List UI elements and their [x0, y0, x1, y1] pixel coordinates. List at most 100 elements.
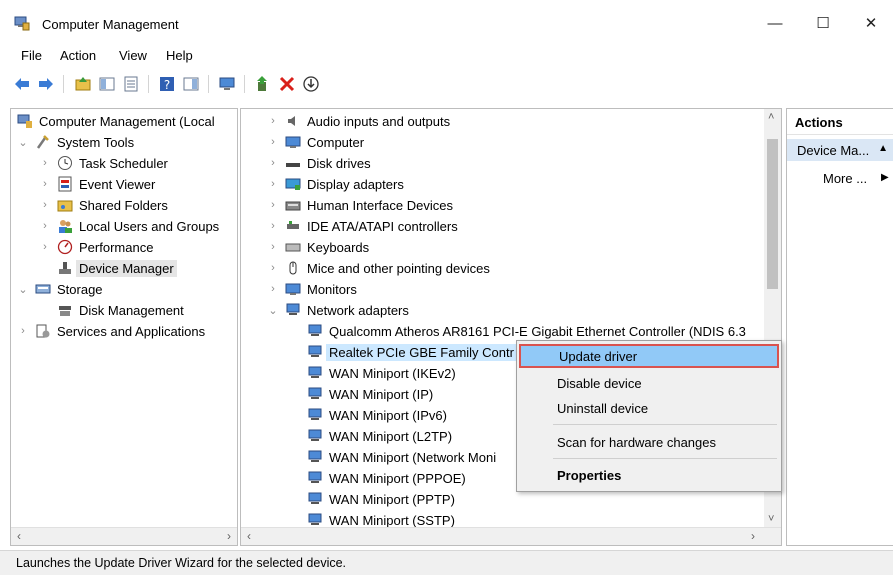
tree-item-disk-management[interactable]: Disk Management [57, 300, 184, 320]
up-folder-icon[interactable] [74, 75, 92, 93]
chevron-right-icon[interactable]: › [39, 237, 51, 257]
network-adapter-item[interactable]: Qualcomm Atheros AR8161 PCI-E Gigabit Et… [307, 321, 746, 341]
performance-icon [57, 239, 73, 255]
hid-icon [285, 201, 301, 211]
window-title: Computer Management [42, 17, 179, 32]
tree-item-system-tools[interactable]: ⌄ System Tools [17, 132, 134, 152]
network-adapter-item[interactable]: WAN Miniport (IP) [307, 384, 433, 404]
device-category[interactable]: › Keyboards [267, 237, 369, 257]
back-arrow-icon[interactable] [13, 75, 31, 93]
network-adapter-icon [308, 492, 322, 504]
network-adapter-icon [308, 450, 322, 462]
actions-header: Actions [787, 109, 893, 135]
close-button[interactable]: ✕ [848, 8, 893, 38]
chevron-right-icon[interactable]: › [267, 237, 279, 257]
chevron-right-icon[interactable]: › [267, 195, 279, 215]
network-adapter-item[interactable]: WAN Miniport (IKEv2) [307, 363, 456, 383]
forward-arrow-icon[interactable] [37, 75, 55, 93]
chevron-down-icon[interactable]: ⌄ [267, 300, 279, 320]
tree-item-performance[interactable]: › Performance [39, 237, 153, 257]
horizontal-scrollbar[interactable]: ‹ › [241, 527, 781, 545]
chevron-right-icon[interactable]: › [267, 132, 279, 152]
device-category[interactable]: › Mice and other pointing devices [267, 258, 490, 278]
more-actions[interactable]: More ... ▶ [823, 171, 889, 186]
minimize-button[interactable]: — [752, 8, 798, 38]
toolbar-separator [244, 75, 245, 93]
help-icon[interactable]: ? [158, 75, 176, 93]
network-adapter-item-selected[interactable]: Realtek PCIe GBE Family Contr [307, 342, 517, 362]
tree-item-device-manager[interactable]: Device Manager [57, 258, 177, 278]
network-adapter-icon [308, 408, 322, 420]
device-category[interactable]: › Audio inputs and outputs [267, 111, 450, 131]
chevron-right-icon[interactable]: › [267, 279, 279, 299]
chevron-right-icon[interactable]: › [267, 174, 279, 194]
speaker-icon [288, 116, 295, 126]
tree-root-label: Computer Management (Local [39, 113, 215, 129]
menu-update-driver[interactable]: Update driver [519, 344, 779, 368]
horizontal-scrollbar[interactable]: ‹ › [11, 527, 237, 545]
chevron-down-icon[interactable]: ⌄ [17, 132, 29, 152]
menu-properties[interactable]: Properties [517, 463, 781, 487]
network-adapter-item[interactable]: WAN Miniport (L2TP) [307, 426, 452, 446]
device-category[interactable]: › Display adapters [267, 174, 404, 194]
network-adapter-icon [308, 345, 322, 357]
monitor-icon[interactable] [218, 75, 236, 93]
menu-separator [553, 424, 777, 425]
scroll-right-icon[interactable]: › [751, 529, 755, 543]
download-circle-icon[interactable] [302, 75, 320, 93]
scroll-left-icon[interactable]: ‹ [17, 529, 21, 543]
update-driver-icon[interactable] [254, 75, 272, 93]
console-tree-pane: Computer Management (Local ⌄ System Tool… [10, 108, 238, 546]
menu-action[interactable]: Action [60, 48, 96, 63]
device-category[interactable]: › Human Interface Devices [267, 195, 453, 215]
chevron-right-icon[interactable]: › [39, 153, 51, 173]
tree-root[interactable]: Computer Management (Local [17, 111, 215, 131]
scroll-left-icon[interactable]: ‹ [247, 529, 251, 543]
tree-item-event-viewer[interactable]: › Event Viewer [39, 174, 155, 194]
menu-uninstall-device[interactable]: Uninstall device [517, 396, 781, 420]
uninstall-x-icon[interactable] [278, 75, 296, 93]
menu-file[interactable]: File [21, 48, 42, 63]
actions-section-device-manager[interactable]: Device Ma... ▲ [787, 139, 893, 161]
network-adapter-item[interactable]: WAN Miniport (Network Moni [307, 447, 496, 467]
chevron-right-icon[interactable]: › [39, 174, 51, 194]
device-category-network-adapters[interactable]: ⌄ Network adapters [267, 300, 409, 320]
tree-item-local-users[interactable]: › Local Users and Groups [39, 216, 219, 236]
device-category[interactable]: › Monitors [267, 279, 357, 299]
tree-item-shared-folders[interactable]: › Shared Folders [39, 195, 168, 215]
show-console-tree-icon[interactable] [98, 75, 116, 93]
menu-help[interactable]: Help [166, 48, 193, 63]
tree-item-storage[interactable]: ⌄ Storage [17, 279, 102, 299]
network-adapter-item[interactable]: WAN Miniport (PPTP) [307, 489, 455, 509]
network-adapter-item[interactable]: WAN Miniport (PPPOE) [307, 468, 466, 488]
network-adapter-item[interactable]: WAN Miniport (IPv6) [307, 405, 447, 425]
scroll-thumb[interactable] [767, 139, 778, 289]
computer-management-icon [17, 114, 32, 128]
show-action-pane-icon[interactable] [182, 75, 200, 93]
scroll-down-icon[interactable]: ˅ [768, 513, 774, 525]
tree-item-task-scheduler[interactable]: › Task Scheduler [39, 153, 168, 173]
menu-disable-device[interactable]: Disable device [517, 371, 781, 395]
menu-view[interactable]: View [119, 48, 147, 63]
scroll-up-icon[interactable]: ˄ [768, 111, 774, 123]
network-adapter-icon [308, 366, 322, 378]
tree-item-services-apps[interactable]: › Services and Applications [17, 321, 205, 341]
chevron-right-icon[interactable]: › [17, 321, 29, 341]
status-bar: Launches the Update Driver Wizard for th… [0, 550, 893, 575]
device-category[interactable]: › Disk drives [267, 153, 370, 173]
scroll-right-icon[interactable]: › [227, 529, 231, 543]
chevron-right-icon[interactable]: › [267, 153, 279, 173]
chevron-right-icon[interactable]: › [267, 111, 279, 131]
chevron-down-icon[interactable]: ⌄ [17, 279, 29, 299]
device-category[interactable]: › Computer [267, 132, 364, 152]
device-category[interactable]: › IDE ATA/ATAPI controllers [267, 216, 458, 236]
collapse-up-icon[interactable]: ▲ [878, 143, 888, 154]
maximize-button[interactable]: ☐ [800, 8, 846, 38]
chevron-right-icon[interactable]: › [267, 216, 279, 236]
properties-icon[interactable] [122, 75, 140, 93]
menu-scan-hardware[interactable]: Scan for hardware changes [517, 430, 781, 454]
chevron-right-icon[interactable]: › [39, 195, 51, 215]
chevron-right-icon[interactable]: › [267, 258, 279, 278]
chevron-right-icon[interactable]: › [39, 216, 51, 236]
tools-icon [36, 135, 49, 149]
